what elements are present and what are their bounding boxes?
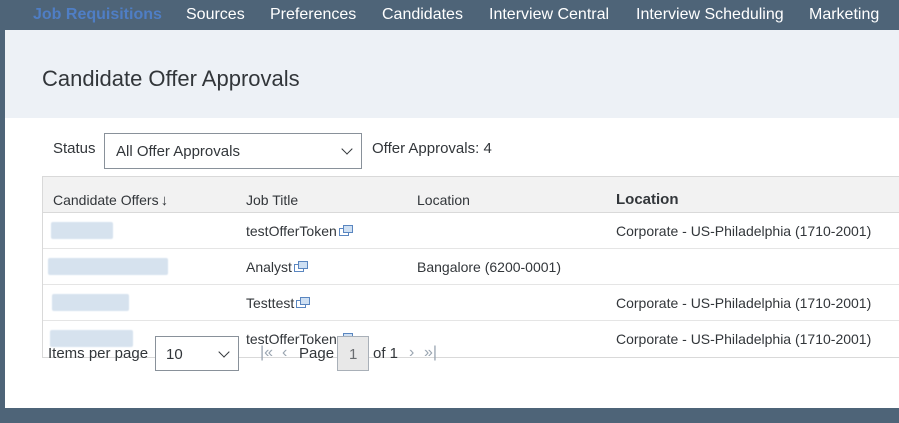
next-page-icon[interactable]: › [409,344,414,362]
status-dropdown[interactable]: All Offer Approvals [104,133,362,169]
nav-preferences[interactable]: Preferences [270,6,356,24]
job-title-cell[interactable]: Analyst [246,259,308,275]
status-label: Status [53,140,96,157]
nav-interview-scheduling[interactable]: Interview Scheduling [636,6,784,24]
column-header-job-title[interactable]: Job Title [246,192,298,208]
nav-job-requisitions[interactable]: Job Requisitions [33,6,162,24]
page-header: Candidate Offer Approvals [5,30,899,118]
job-title-cell[interactable]: Testtest [246,295,311,311]
column-header-location-2[interactable]: Location [616,191,679,208]
nav-marketing[interactable]: Marketing [809,6,879,24]
nav-sources[interactable]: Sources [186,6,245,24]
page-number-input[interactable]: 1 [337,336,369,371]
location-cell: Bangalore (6200-0001) [417,259,561,275]
previous-page-icon[interactable]: ‹ [282,344,287,362]
job-title-cell[interactable]: testOfferToken [246,223,353,239]
nav-interview-central[interactable]: Interview Central [489,6,609,24]
table-row: Analyst Bangalore (6200-0001) [43,249,899,285]
table-row: testOfferToken Corporate - US-Philadelph… [43,213,899,249]
job-title-text: Analyst [246,259,292,275]
external-link-icon[interactable] [296,297,311,309]
table-row: Testtest Corporate - US-Philadelphia (17… [43,285,899,321]
offer-approvals-count: Offer Approvals: 4 [372,140,492,157]
page-label: Page [299,345,335,362]
top-navigation: Job Requisitions Sources Preferences Can… [0,0,899,30]
location2-cell: Corporate - US-Philadelphia (1710-2001) [616,331,872,347]
last-page-icon[interactable]: »| [424,344,437,362]
column-header-location[interactable]: Location [417,192,470,208]
chevron-down-icon [218,346,230,358]
current-page-value: 1 [349,346,358,363]
page-title: Candidate Offer Approvals [42,66,300,91]
external-link-icon[interactable] [338,225,353,237]
sort-descending-icon: ↓ [160,192,169,209]
items-per-page-label: Items per page [48,345,149,362]
location2-cell: Corporate - US-Philadelphia (1710-2001) [616,295,872,311]
candidate-name-redacted[interactable] [48,258,168,275]
offer-approvals-table: Candidate Offers ↓ Job Title Location Loc… [42,176,899,358]
table-header: Candidate Offers ↓ Job Title Location Loc… [43,177,899,213]
page-count-label: of 1 [373,345,399,362]
location2-cell: Corporate - US-Philadelphia (1710-2001) [616,223,872,239]
candidate-name-redacted[interactable] [51,222,113,239]
column-header-candidate-offers[interactable]: Candidate Offers ↓ [53,192,168,209]
first-page-icon[interactable]: |« [260,344,273,362]
chevron-down-icon [341,143,353,155]
job-title-text: testOfferToken [246,223,337,239]
candidate-name-redacted[interactable] [52,294,129,311]
status-selected-value: All Offer Approvals [116,143,240,160]
column-header-label: Candidate Offers [53,192,159,208]
nav-candidates[interactable]: Candidates [382,6,463,24]
items-per-page-value: 10 [166,346,183,363]
external-link-icon[interactable] [293,261,308,273]
items-per-page-dropdown[interactable]: 10 [155,336,239,371]
job-title-text: Testtest [246,295,295,311]
